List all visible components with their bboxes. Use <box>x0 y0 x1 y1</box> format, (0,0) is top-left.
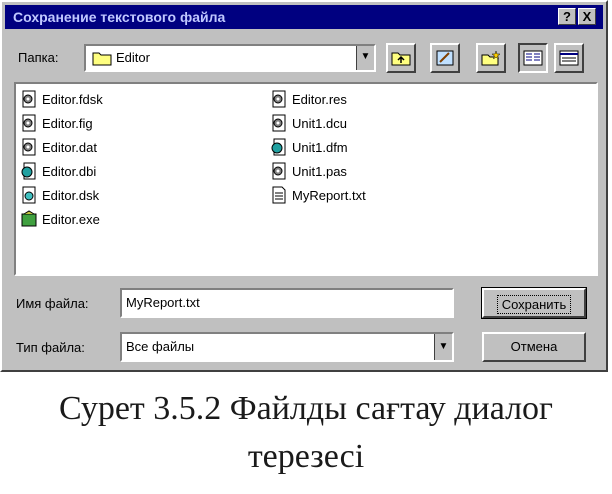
save-button-label: Сохранить <box>496 295 572 314</box>
file-item[interactable]: Editor.res <box>270 88 347 110</box>
new-folder-icon <box>481 50 501 66</box>
file-item[interactable]: Unit1.dcu <box>270 112 347 134</box>
close-button[interactable]: X <box>578 8 596 25</box>
filename-value: MyReport.txt <box>126 295 200 310</box>
file-item[interactable]: Editor.fdsk <box>20 88 103 110</box>
file-item[interactable]: Editor.fig <box>20 112 93 134</box>
help-button[interactable]: ? <box>558 8 576 25</box>
save-button[interactable]: Сохранить <box>481 287 587 319</box>
folder-icon <box>92 52 112 66</box>
file-name: Unit1.dfm <box>292 139 348 155</box>
desktop-button[interactable] <box>430 43 460 73</box>
cancel-button[interactable]: Отмена <box>482 332 586 362</box>
folder-label: Папка: <box>18 50 59 65</box>
save-dialog: Сохранение текстового файла ? X Папка: E… <box>0 0 608 372</box>
file-item[interactable]: Unit1.dfm <box>270 136 348 158</box>
filetype-select[interactable]: Все файлы ▼ <box>120 332 454 362</box>
file-name: Unit1.dcu <box>292 115 347 131</box>
list-view-icon <box>523 50 543 66</box>
gear-file-icon <box>20 114 38 132</box>
gear-file-icon <box>270 90 288 108</box>
folder-combo[interactable]: Editor ▼ <box>84 44 376 72</box>
file-name: Editor.dsk <box>42 187 100 203</box>
up-folder-icon <box>391 52 411 66</box>
gear-file-icon <box>270 162 288 180</box>
gear-file-icon <box>20 90 38 108</box>
file-item[interactable]: Editor.dat <box>20 136 97 158</box>
file-name: Unit1.pas <box>292 163 347 179</box>
file-name: Editor.dbi <box>42 163 97 179</box>
details-view-icon <box>559 50 579 66</box>
figure-caption-line1: Сурет 3.5.2 Файлды сағтау диалог <box>58 390 553 427</box>
gear-file-icon <box>270 114 288 132</box>
chevron-down-icon[interactable]: ▼ <box>356 46 374 70</box>
new-folder-button[interactable] <box>476 43 506 73</box>
file-name: Editor.exe <box>42 211 100 227</box>
file-name: MyReport.txt <box>292 187 366 203</box>
gear-file-icon <box>20 138 38 156</box>
text-file-icon <box>270 186 288 204</box>
globe-file-icon <box>20 162 38 180</box>
exe-file-icon <box>20 210 38 228</box>
globe-file-icon <box>270 138 288 156</box>
disk-file-icon <box>20 186 38 204</box>
filetype-value: Все файлы <box>126 339 195 354</box>
chevron-down-icon[interactable]: ▼ <box>434 334 452 360</box>
file-item[interactable]: Unit1.pas <box>270 160 347 182</box>
filename-input[interactable]: MyReport.txt <box>120 288 454 318</box>
file-name: Editor.fig <box>42 115 93 131</box>
filetype-label: Тип файла: <box>16 340 85 355</box>
details-view-button[interactable] <box>554 43 584 73</box>
desktop-icon <box>436 50 454 66</box>
file-item[interactable]: MyReport.txt <box>270 184 366 206</box>
up-folder-button[interactable] <box>386 43 416 73</box>
file-name: Editor.fdsk <box>42 91 103 107</box>
figure-caption-line2: терезесі <box>247 438 365 475</box>
file-list[interactable]: Editor.fdsk Editor.fig Editor.dat Editor.db… <box>14 82 598 276</box>
file-item[interactable]: Editor.dbi <box>20 160 96 182</box>
list-view-button[interactable] <box>518 43 548 73</box>
file-name: Editor.res <box>292 91 347 107</box>
folder-value: Editor <box>116 50 150 65</box>
filename-label: Имя файла: <box>16 296 89 311</box>
file-item[interactable]: Editor.dsk <box>20 184 99 206</box>
dialog-title: Сохранение текстового файла <box>13 9 226 25</box>
file-name: Editor.dat <box>42 139 97 155</box>
file-item[interactable]: Editor.exe <box>20 208 100 230</box>
title-bar: Сохранение текстового файла <box>5 5 603 29</box>
